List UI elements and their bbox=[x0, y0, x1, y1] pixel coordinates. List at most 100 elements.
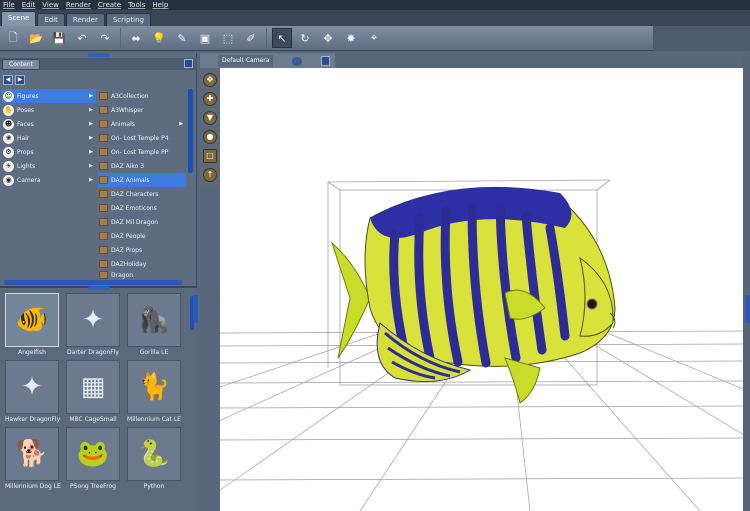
left-panel-handle[interactable] bbox=[193, 295, 198, 323]
folder-item[interactable]: DAZ People bbox=[98, 229, 186, 243]
redo-icon[interactable]: ↷ bbox=[95, 28, 115, 48]
display-style-icon[interactable] bbox=[292, 57, 302, 66]
category-camera[interactable]: ◉ Camera ▶ bbox=[2, 173, 96, 187]
tab-scripting[interactable]: Scripting bbox=[105, 13, 151, 26]
folder-icon bbox=[99, 176, 108, 184]
menu-file[interactable]: File bbox=[3, 0, 15, 10]
category-hair[interactable]: ❀ Hair ▶ bbox=[2, 131, 96, 145]
menu-edit[interactable]: Edit bbox=[22, 0, 36, 10]
panel-menu-button[interactable] bbox=[184, 59, 193, 68]
tab-render[interactable]: Render bbox=[65, 13, 105, 26]
camera-selector[interactable]: Default Camera bbox=[218, 55, 274, 67]
folder-icon bbox=[99, 246, 108, 254]
chevron-right-icon: ▶ bbox=[179, 121, 183, 127]
light-icon[interactable]: 💡 bbox=[149, 28, 169, 48]
tab-content[interactable]: Content bbox=[2, 59, 40, 70]
folder-item[interactable]: DAZ Props bbox=[98, 243, 186, 257]
thumbnail-item[interactable]: 🐕 Millennium Dog LE bbox=[5, 427, 61, 491]
thumbnail-item[interactable]: 🐈 Millennium Cat LE bbox=[127, 360, 181, 424]
thumbnail-item[interactable]: ✦ Hawker DragonFly bbox=[5, 360, 60, 424]
category-poses[interactable]: ✋ Poses ▶ bbox=[2, 103, 96, 117]
folder-item[interactable]: DAZ Mil Dragon bbox=[98, 215, 186, 229]
menu-create[interactable]: Create bbox=[98, 0, 121, 10]
folder-item[interactable]: A3Whisper bbox=[98, 103, 186, 117]
universal-icon[interactable]: ✸ bbox=[341, 28, 361, 48]
node-icon[interactable]: ⬌ bbox=[126, 28, 146, 48]
snake-icon: 🐍 bbox=[127, 427, 181, 481]
lights-icon: ☀ bbox=[3, 160, 14, 172]
category-label: Props bbox=[17, 148, 34, 156]
undo-icon[interactable]: ↶ bbox=[72, 28, 92, 48]
thumbnail-item[interactable]: 🦍 Gorilla LE bbox=[127, 293, 181, 357]
tab-edit[interactable]: Edit bbox=[37, 13, 65, 26]
menu-tools[interactable]: Tools bbox=[128, 0, 145, 10]
folder-item[interactable]: Dragon bbox=[98, 271, 186, 279]
back-button[interactable]: ◀ bbox=[3, 75, 13, 85]
camera-icon[interactable]: ⌖ bbox=[364, 28, 384, 48]
thumbnail-grip[interactable] bbox=[88, 286, 110, 290]
thumbnail-label: MBC CageSmall bbox=[69, 416, 117, 423]
poses-icon: ✋ bbox=[3, 104, 14, 116]
chevron-right-icon: ▶ bbox=[89, 135, 93, 141]
orbit-icon[interactable]: ✥ bbox=[203, 73, 217, 87]
tab-scene[interactable]: Scene bbox=[1, 11, 37, 26]
select-icon[interactable]: ⬚ bbox=[218, 28, 238, 48]
menu-view[interactable]: View bbox=[42, 0, 59, 10]
category-label: Faces bbox=[17, 120, 34, 128]
open-icon[interactable]: 📂 bbox=[26, 28, 46, 48]
horizontal-scrollbar[interactable] bbox=[4, 280, 182, 285]
folder-item[interactable]: DAZ Aiko 3 bbox=[98, 159, 186, 173]
menu-help[interactable]: Help bbox=[152, 0, 168, 10]
pose-icon[interactable]: ✎ bbox=[172, 28, 192, 48]
3d-viewport[interactable] bbox=[220, 68, 743, 511]
thumbnail-item[interactable]: 🐍 Python bbox=[127, 427, 181, 491]
frame-icon[interactable]: ▢ bbox=[203, 149, 217, 163]
menu-render[interactable]: Render bbox=[66, 0, 91, 10]
forward-button[interactable]: ▶ bbox=[15, 75, 25, 85]
new-icon[interactable]: 🗋 bbox=[3, 28, 23, 48]
thumbnail-item[interactable]: 🐠 Angelfish bbox=[5, 293, 59, 357]
save-icon[interactable]: 💾 bbox=[49, 28, 69, 48]
chevron-right-icon: ▶ bbox=[89, 93, 93, 99]
zoom-icon[interactable]: ● bbox=[203, 130, 217, 144]
pen-icon[interactable]: ✐ bbox=[241, 28, 261, 48]
dolly-icon[interactable]: ▼ bbox=[203, 111, 217, 125]
folder-item[interactable]: On- Lost Temple PP bbox=[98, 145, 186, 159]
room-tabs: Scene Edit Render Scripting bbox=[0, 10, 750, 26]
folder-label: DAZ Aiko 3 bbox=[111, 162, 145, 170]
pan-icon[interactable]: ✚ bbox=[203, 92, 217, 106]
chevron-right-icon: ▶ bbox=[89, 149, 93, 155]
light-view-icon[interactable]: ↑ bbox=[203, 168, 217, 182]
folder-icon bbox=[99, 190, 108, 198]
thumbnail-label: Angelfish bbox=[18, 349, 46, 356]
folder-item[interactable]: DAZ Characters bbox=[98, 187, 186, 201]
viewport-menu-button[interactable] bbox=[321, 56, 330, 66]
rotate-icon[interactable]: ↻ bbox=[295, 28, 315, 48]
thumbnail-label: Gorilla LE bbox=[139, 349, 169, 356]
folder-item[interactable]: DAZHoliday bbox=[98, 257, 186, 271]
folder-item[interactable]: On- Lost Temple P4 bbox=[98, 131, 186, 145]
thumbnail-item[interactable]: ▦ MBC CageSmall bbox=[66, 360, 120, 424]
thumbnail-item[interactable]: ✦ Darter DragonFly bbox=[66, 293, 120, 357]
category-props[interactable]: ⚙ Props ▶ bbox=[2, 145, 96, 159]
right-panel-handle[interactable] bbox=[745, 295, 750, 323]
category-faces[interactable]: ☻ Faces ▶ bbox=[2, 117, 96, 131]
folder-item[interactable]: A3Collection bbox=[98, 89, 186, 103]
folder-icon bbox=[99, 232, 108, 240]
folder-scrollbar[interactable] bbox=[188, 89, 193, 173]
move-icon[interactable]: ✥ bbox=[318, 28, 338, 48]
cube-icon[interactable]: ▣ bbox=[195, 28, 215, 48]
category-figures[interactable]: ☺ Figures ▶ bbox=[2, 89, 96, 103]
folder-icon bbox=[99, 218, 108, 226]
folder-item[interactable]: DAZ Emoticons bbox=[98, 201, 186, 215]
thumbnail-item[interactable]: 🐸 PSong TreeFrog bbox=[66, 427, 120, 491]
frog-icon: 🐸 bbox=[66, 427, 120, 481]
props-icon: ⚙ bbox=[3, 146, 14, 158]
scene-render bbox=[220, 179, 743, 511]
folder-item[interactable]: Animals ▶ bbox=[98, 117, 186, 131]
folder-item-selected[interactable]: DAZ Animals bbox=[98, 173, 186, 187]
category-lights[interactable]: ☀ Lights ▶ bbox=[2, 159, 96, 173]
pointer-icon[interactable]: ↖ bbox=[272, 28, 292, 48]
panel-grip[interactable] bbox=[88, 53, 110, 57]
chevron-right-icon: ▶ bbox=[89, 177, 93, 183]
